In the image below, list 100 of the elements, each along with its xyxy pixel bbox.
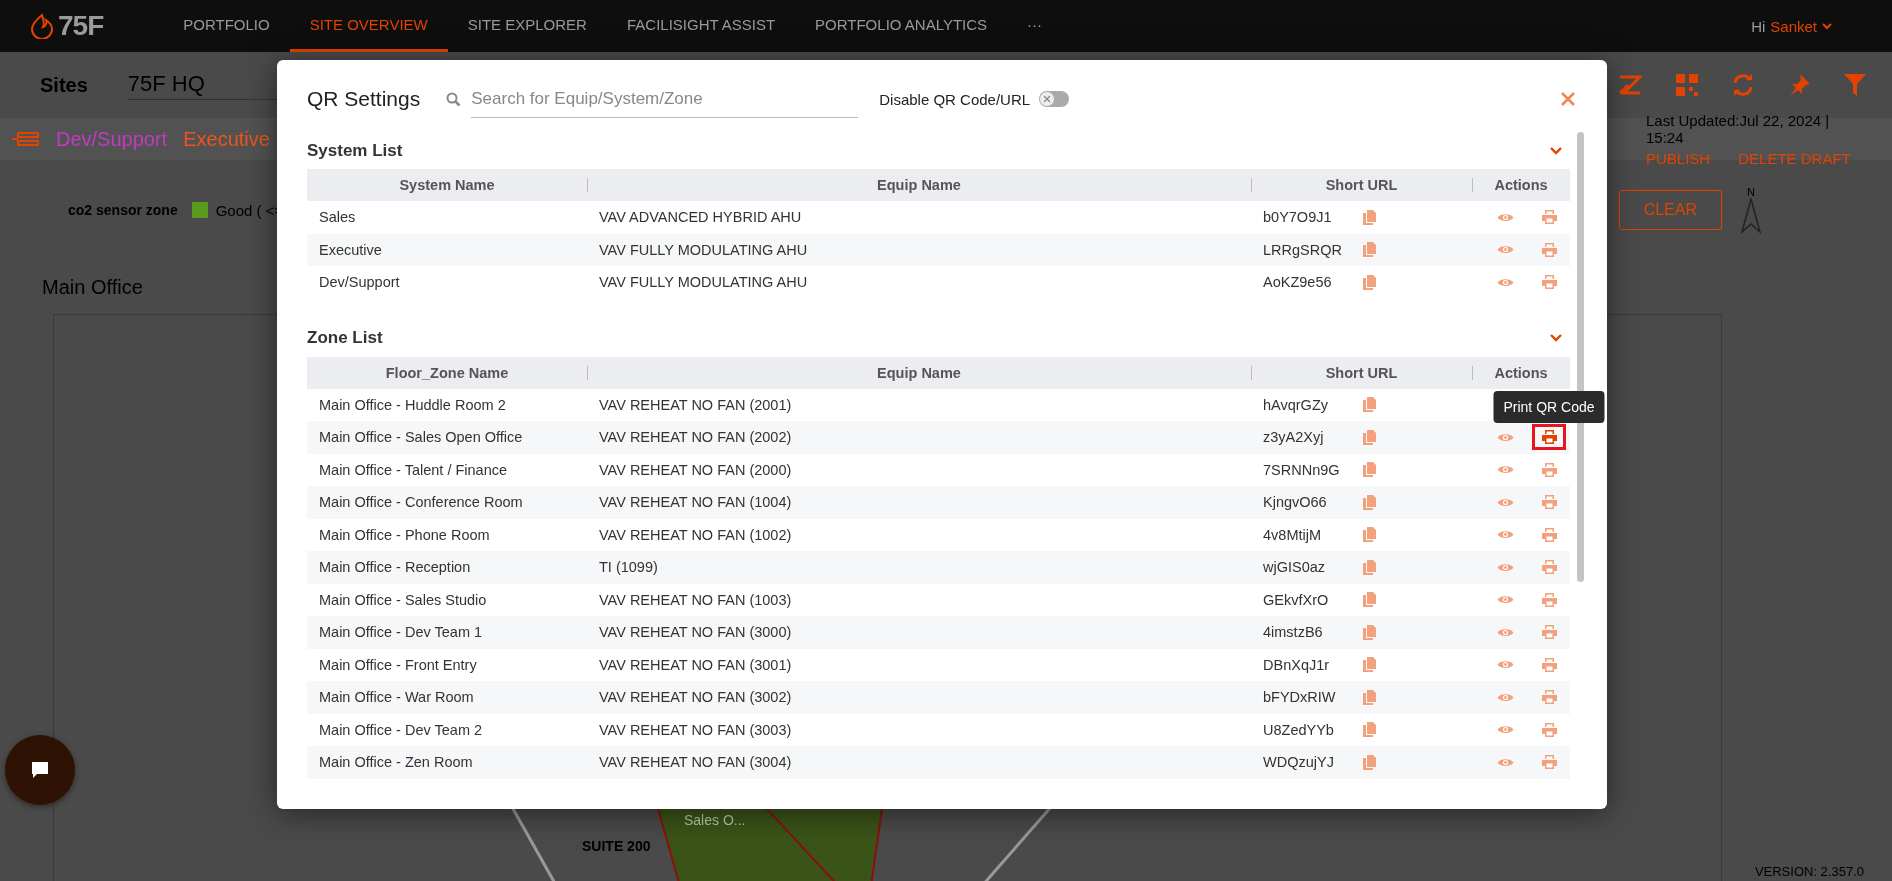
eye-icon[interactable]	[1496, 594, 1514, 606]
pin-icon[interactable]	[1788, 74, 1810, 96]
copy-icon[interactable]	[1363, 722, 1376, 738]
close-icon	[1561, 92, 1575, 106]
search-field[interactable]: Search for Equip/System/Zone	[471, 80, 859, 118]
column-header: Actions	[1494, 364, 1548, 381]
nav-tab[interactable]: FACILISIGHT ASSIST	[606, 0, 796, 52]
table-cell: Main Office - Sales Open Office	[319, 429, 523, 446]
short-url: WDQzujYJ	[1263, 754, 1335, 771]
nav-tab[interactable]: ···	[1007, 0, 1063, 52]
copy-icon[interactable]	[1363, 624, 1376, 640]
table-cell: Executive	[319, 241, 382, 258]
copy-icon[interactable]	[1363, 592, 1376, 608]
eye-icon[interactable]	[1496, 724, 1514, 736]
table-cell: Sales	[319, 209, 356, 226]
printer-icon	[1541, 275, 1557, 290]
close-button[interactable]	[1559, 90, 1577, 108]
greeting-text: Hi	[1751, 17, 1766, 35]
copy-icon[interactable]	[1363, 689, 1376, 705]
eye-icon[interactable]	[1496, 276, 1514, 288]
dialog-title: QR Settings	[307, 87, 421, 111]
short-url: wjGIS0az	[1263, 559, 1327, 576]
printer-icon	[1541, 242, 1557, 257]
printer-icon	[1541, 527, 1557, 542]
toggle-label: Disable QR Code/URL	[879, 90, 1031, 108]
copy-icon[interactable]	[1363, 527, 1376, 543]
suite-label: SUITE 200	[582, 838, 651, 854]
table-cell: VAV REHEAT NO FAN (1003)	[599, 591, 792, 608]
short-url: KjngvO66	[1263, 494, 1328, 511]
chat-bubble-icon	[30, 760, 50, 780]
collapse-button[interactable]	[1550, 334, 1562, 342]
short-url: GEkvfXrO	[1263, 591, 1330, 608]
table-cell: Main Office - Sales Studio	[319, 591, 487, 608]
table-cell: VAV REHEAT NO FAN (1002)	[599, 526, 792, 543]
printer-icon	[1541, 722, 1557, 737]
eye-icon[interactable]	[1496, 561, 1514, 573]
logo-text: 75F	[58, 10, 104, 42]
toggle-switch[interactable]	[1039, 91, 1070, 107]
printer-icon	[1541, 462, 1557, 477]
column-header: Floor_Zone Name	[385, 364, 509, 381]
eye-icon[interactable]	[1496, 659, 1514, 671]
collapse-button[interactable]	[1550, 146, 1562, 155]
last-updated-text: Last Updated:Jul 22, 2024 | 15:24	[1646, 111, 1831, 146]
column-header: Actions	[1494, 177, 1548, 193]
printer-icon	[1541, 592, 1557, 607]
tooltip: Print QR Code	[1493, 391, 1605, 424]
short-url: AoKZ9e56	[1263, 274, 1333, 291]
eye-icon[interactable]	[1496, 464, 1514, 476]
eye-icon[interactable]	[1496, 529, 1514, 541]
copy-icon[interactable]	[1363, 429, 1376, 445]
eye-icon[interactable]	[1496, 496, 1514, 508]
letter-z-icon[interactable]	[1618, 75, 1642, 95]
table-cell: Main Office - Dev Team 1	[319, 624, 483, 641]
copy-icon[interactable]	[1363, 754, 1376, 770]
eye-icon[interactable]	[1496, 431, 1514, 443]
eye-icon[interactable]	[1496, 211, 1514, 223]
x-icon	[1043, 95, 1052, 103]
qr-code-icon[interactable]	[1676, 74, 1698, 96]
table-cell: VAV REHEAT NO FAN (1004)	[599, 494, 792, 511]
chat-button[interactable]	[5, 735, 75, 805]
nav-tab[interactable]: PORTFOLIO	[163, 0, 290, 52]
copy-icon[interactable]	[1363, 209, 1376, 225]
version-text: VERSION: 2.357.0	[1754, 864, 1864, 879]
copy-icon[interactable]	[1363, 494, 1376, 510]
table-cell: VAV ADVANCED HYBRID AHU	[599, 209, 802, 226]
nav-tab[interactable]: SITE EXPLORER	[447, 0, 607, 52]
printer-icon	[1541, 560, 1557, 575]
column-header: Equip Name	[877, 177, 961, 193]
copy-icon[interactable]	[1363, 242, 1376, 258]
eye-icon[interactable]	[1496, 626, 1514, 638]
copy-icon[interactable]	[1363, 559, 1376, 575]
short-url: DBnXqJ1r	[1263, 656, 1331, 673]
nav-tab[interactable]: SITE OVERVIEW	[289, 0, 448, 52]
copy-icon[interactable]	[1363, 274, 1376, 290]
table-cell: Main Office - Talent / Finance	[319, 461, 508, 478]
nav-tab[interactable]: PORTFOLIO ANALYTICS	[795, 0, 1008, 52]
refresh-icon[interactable]	[1732, 74, 1754, 96]
table-cell: VAV REHEAT NO FAN (3000)	[599, 624, 792, 641]
user-name-link[interactable]: Sanket	[1770, 17, 1817, 35]
short-url: bFYDxRIW	[1263, 689, 1337, 706]
short-url: 4imstzB6	[1263, 624, 1324, 641]
table-cell: VAV REHEAT NO FAN (2001)	[599, 396, 792, 413]
eye-icon[interactable]	[1496, 691, 1514, 703]
eye-icon[interactable]	[1496, 244, 1514, 256]
table-cell: Main Office - Dev Team 2	[319, 721, 483, 738]
copy-icon[interactable]	[1363, 657, 1376, 673]
short-url: 7SRNNn9G	[1263, 461, 1341, 478]
table-cell: Dev/Support	[319, 274, 400, 291]
short-url: hAvqrGZy	[1263, 396, 1329, 413]
zone-label: Sales O...	[684, 812, 746, 828]
filter-icon[interactable]	[1844, 74, 1866, 96]
copy-icon[interactable]	[1363, 462, 1376, 478]
copy-icon[interactable]	[1363, 397, 1376, 413]
table-cell: Main Office - Zen Room	[319, 754, 473, 771]
column-header: Equip Name	[877, 364, 961, 381]
chevron-down-icon[interactable]	[1822, 22, 1832, 30]
printer-icon	[1541, 495, 1557, 510]
section-title: System List	[307, 140, 403, 161]
logo-icon	[30, 13, 54, 39]
eye-icon[interactable]	[1496, 756, 1514, 768]
